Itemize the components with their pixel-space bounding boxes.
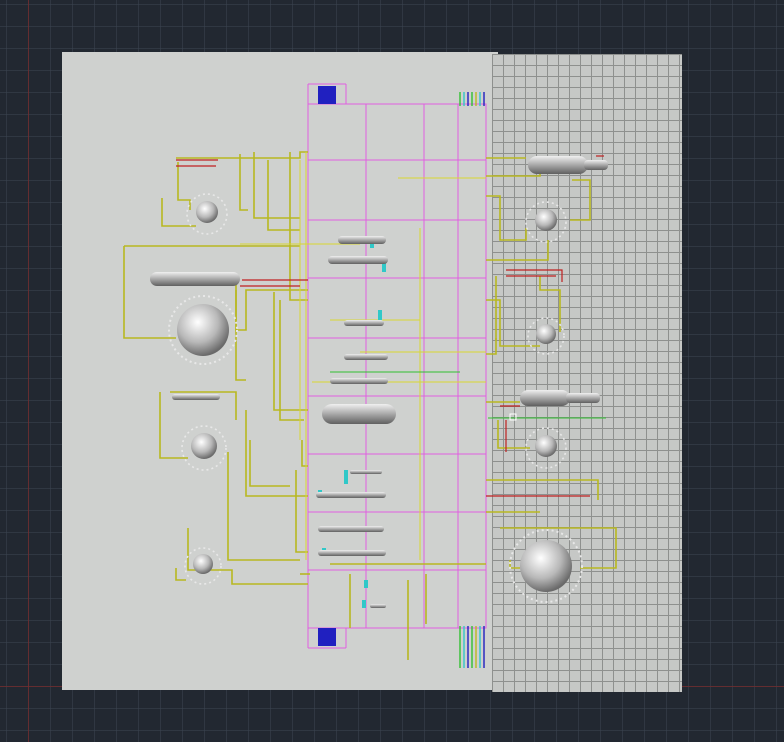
pump-left-2[interactable]	[181, 425, 227, 471]
sphere-large-right[interactable]	[509, 529, 583, 603]
sphere-large-left[interactable]	[168, 295, 238, 365]
drum-right-mid[interactable]	[520, 390, 600, 406]
drum-right-top[interactable]	[528, 156, 608, 174]
pump-right-1[interactable]	[525, 201, 567, 243]
pump-left-3[interactable]	[184, 547, 222, 585]
blue-block-bottom[interactable]	[318, 628, 336, 646]
pump-right-3[interactable]	[525, 427, 567, 469]
plant-model-drawing[interactable]	[0, 0, 784, 742]
pump-left-1[interactable]	[186, 193, 228, 235]
riser-bundle-bottom[interactable]	[459, 626, 485, 668]
blue-block-top[interactable]	[318, 86, 336, 104]
riser-bundle-top[interactable]	[459, 92, 485, 106]
drum-center[interactable]	[322, 404, 396, 424]
pump-right-2[interactable]	[527, 317, 565, 355]
drum-left-upper[interactable]	[150, 272, 240, 286]
selection-grip[interactable]	[509, 413, 517, 421]
